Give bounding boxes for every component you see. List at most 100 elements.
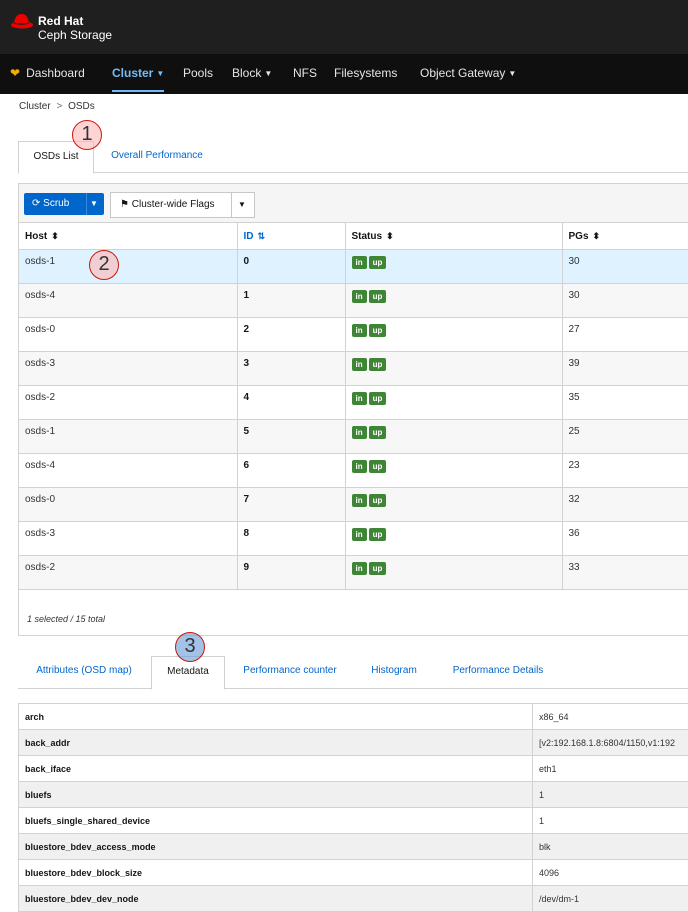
nav-cluster-label: Cluster: [112, 66, 153, 80]
scrub-button-divider: [86, 193, 87, 215]
column-header-status[interactable]: Status⬍: [345, 223, 562, 250]
status-badge-in: in: [352, 290, 367, 303]
nav-block-label: Block: [232, 66, 261, 80]
metadata-value: [v2:192.168.1.8:6804/1150,v1:192: [533, 730, 688, 756]
annotation-marker-3: 3: [175, 632, 205, 662]
nav-pools[interactable]: Pools: [183, 54, 213, 94]
metadata-key: back_iface: [19, 756, 533, 782]
caret-down-icon: ▼: [508, 69, 516, 78]
annotation-marker-1: 1: [72, 120, 102, 150]
metadata-row: back_addr [v2:192.168.1.8:6804/1150,v1:1…: [19, 730, 688, 756]
status-badge-in: in: [352, 494, 367, 507]
status-badge-in: in: [352, 358, 367, 371]
red-hat-logo-icon[interactable]: [10, 12, 34, 30]
metadata-row: bluestore_bdev_block_size 4096: [19, 860, 688, 886]
cell-id: 0: [237, 250, 345, 284]
table-row[interactable]: osds-4 1 inup 30: [19, 284, 688, 318]
caret-down-icon[interactable]: ▼: [238, 193, 246, 217]
metadata-table: arch x86_64 back_addr [v2:192.168.1.8:68…: [18, 703, 688, 912]
cell-id: 3: [237, 352, 345, 386]
scrub-button[interactable]: ⟳ Scrub ▼: [24, 193, 104, 215]
table-row[interactable]: osds-0 7 inup 32: [19, 488, 688, 522]
cell-id: 7: [237, 488, 345, 522]
metadata-value: 1: [533, 782, 688, 808]
tab-performance-counter[interactable]: Performance counter: [232, 656, 348, 686]
table-row[interactable]: osds-3 8 inup 36: [19, 522, 688, 556]
breadcrumb-current: OSDs: [68, 101, 95, 112]
nav-nfs[interactable]: NFS: [293, 54, 317, 94]
cluster-flags-button[interactable]: ⚑ Cluster-wide Flags ▼: [110, 192, 255, 218]
column-header-pgs[interactable]: PGs⬍: [562, 223, 688, 250]
cell-status: inup: [345, 420, 562, 454]
breadcrumb-separator: >: [56, 101, 62, 112]
nav-nfs-label: NFS: [293, 66, 317, 80]
nav-object-gateway[interactable]: Object Gateway▼: [420, 54, 516, 94]
cell-pgs: 33: [562, 556, 688, 590]
nav-cluster[interactable]: Cluster▼: [112, 54, 164, 94]
table-row[interactable]: osds-1 0 inup 30: [19, 250, 688, 284]
table-row[interactable]: osds-1 5 inup 25: [19, 420, 688, 454]
metadata-value: 4096: [533, 860, 688, 886]
caret-down-icon: ▼: [264, 69, 272, 78]
cell-status: inup: [345, 250, 562, 284]
cell-pgs: 36: [562, 522, 688, 556]
table-row[interactable]: osds-4 6 inup 23: [19, 454, 688, 488]
nav-dashboard-label: Dashboard: [26, 66, 85, 80]
cell-pgs: 23: [562, 454, 688, 488]
table-row[interactable]: osds-0 2 inup 27: [19, 318, 688, 352]
metadata-row: back_iface eth1: [19, 756, 688, 782]
status-badge-up: up: [369, 256, 387, 269]
main-nav: ❤Dashboard Cluster▼ Pools Block▼ NFS Fil…: [0, 54, 688, 94]
cell-pgs: 35: [562, 386, 688, 420]
cell-pgs: 30: [562, 250, 688, 284]
flag-icon: ⚑: [120, 199, 129, 210]
id-header-label: ID: [244, 231, 254, 242]
metadata-value: blk: [533, 834, 688, 860]
tab-overall-performance[interactable]: Overall Performance: [102, 141, 212, 171]
table-row[interactable]: osds-3 3 inup 39: [19, 352, 688, 386]
status-badge-in: in: [352, 324, 367, 337]
status-badge-up: up: [369, 426, 387, 439]
nav-object-gateway-label: Object Gateway: [420, 66, 505, 80]
osd-tabs: OSDs List Overall Performance: [18, 141, 688, 173]
metadata-key: back_addr: [19, 730, 533, 756]
status-badge-in: in: [352, 460, 367, 473]
tab-attributes[interactable]: Attributes (OSD map): [22, 656, 146, 686]
tab-histogram[interactable]: Histogram: [359, 656, 429, 686]
table-header-row: Host⬍ ID⇅ Status⬍ PGs⬍: [19, 223, 688, 250]
nav-block[interactable]: Block▼: [232, 54, 272, 94]
metadata-key: bluefs_single_shared_device: [19, 808, 533, 834]
tab-performance-details[interactable]: Performance Details: [440, 656, 556, 686]
metadata-key: bluestore_bdev_access_mode: [19, 834, 533, 860]
cell-host: osds-4: [19, 454, 237, 488]
cell-id: 4: [237, 386, 345, 420]
pgs-header-label: PGs: [569, 231, 589, 242]
status-badge-up: up: [369, 358, 387, 371]
sort-icon: ⬍: [51, 231, 59, 241]
breadcrumb-cluster[interactable]: Cluster: [19, 101, 51, 112]
cell-host: osds-2: [19, 386, 237, 420]
cell-id: 6: [237, 454, 345, 488]
cell-pgs: 39: [562, 352, 688, 386]
metadata-key: bluestore_bdev_block_size: [19, 860, 533, 886]
table-row[interactable]: osds-2 9 inup 33: [19, 556, 688, 590]
cell-status: inup: [345, 318, 562, 352]
cell-host: osds-4: [19, 284, 237, 318]
table-footer-count: 1 selected / 15 total: [27, 614, 105, 624]
cell-status: inup: [345, 284, 562, 318]
cell-status: inup: [345, 386, 562, 420]
status-badge-up: up: [369, 528, 387, 541]
caret-down-icon[interactable]: ▼: [90, 193, 98, 215]
annotation-marker-2: 2: [89, 250, 119, 280]
nav-dashboard[interactable]: ❤Dashboard: [10, 54, 85, 94]
metadata-row: bluestore_bdev_access_mode blk: [19, 834, 688, 860]
column-header-host[interactable]: Host⬍: [19, 223, 237, 250]
column-header-id[interactable]: ID⇅: [237, 223, 345, 250]
status-badge-in: in: [352, 392, 367, 405]
metadata-key: arch: [19, 704, 533, 730]
nav-filesystems[interactable]: Filesystems: [334, 54, 397, 94]
cell-host: osds-3: [19, 522, 237, 556]
metadata-value: x86_64: [533, 704, 688, 730]
table-row[interactable]: osds-2 4 inup 35: [19, 386, 688, 420]
cluster-flags-divider: [231, 193, 232, 217]
